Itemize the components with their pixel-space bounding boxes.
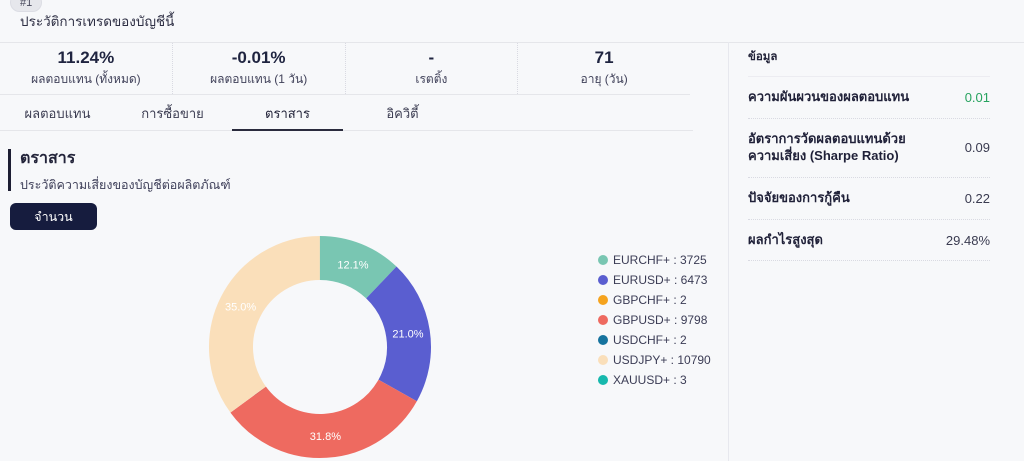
sidebar-row-value: 0.09 bbox=[965, 140, 990, 155]
tab-trading[interactable]: การซื้อขาย bbox=[115, 97, 230, 130]
sidebar-row-1: อัตราการวัดผลตอบแทนด้วยความเสี่ยง (Sharp… bbox=[748, 119, 990, 178]
legend-label: EURCHF+ : 3725 bbox=[613, 253, 707, 267]
legend-label: GBPUSD+ : 9798 bbox=[613, 313, 707, 327]
legend-label: EURUSD+ : 6473 bbox=[613, 273, 707, 287]
legend-item-USDCHF+[interactable]: USDCHF+ : 2 bbox=[598, 330, 711, 350]
tab-equity[interactable]: อิควิตี้ bbox=[345, 97, 460, 130]
stat-label: เรตติ้ง bbox=[415, 70, 447, 89]
sidebar-row-value: 29.48% bbox=[946, 233, 990, 248]
legend-label: GBPCHF+ : 2 bbox=[613, 293, 687, 307]
stat-label: อายุ (วัน) bbox=[581, 70, 628, 89]
section-subtitle: ประวัติความเสี่ยงของบัญชีต่อผลิตภัณฑ์ bbox=[20, 175, 231, 195]
sidebar-row-value: 0.01 bbox=[965, 90, 990, 105]
sidebar-row-3: ผลกำไรสูงสุด 29.48% bbox=[748, 220, 990, 262]
heading-accent-bar bbox=[8, 149, 11, 191]
stat-cell-0: 11.24% ผลตอบแทน (ทั้งหมด) bbox=[0, 43, 173, 94]
account-stats-page: #1 ประวัติการเทรดของบัญชีนี้ 11.24%ผลตอบ… bbox=[0, 0, 1024, 461]
stat-value: 71 bbox=[595, 48, 614, 68]
stat-value: 11.24% bbox=[58, 48, 115, 68]
legend-item-EURUSD+[interactable]: EURUSD+ : 6473 bbox=[598, 270, 711, 290]
sidebar-row-label: อัตราการวัดผลตอบแทนด้วยความเสี่ยง (Sharp… bbox=[748, 131, 930, 165]
sidebar-row-label: ความผันผวนของผลตอบแทน bbox=[748, 89, 909, 106]
section-title: ตราสาร bbox=[20, 146, 231, 171]
legend-label: USDJPY+ : 10790 bbox=[613, 353, 711, 367]
stats-row: 11.24% ผลตอบแทน (ทั้งหมด) -0.01% ผลตอบแทน (… bbox=[0, 43, 690, 95]
legend-dot-icon bbox=[598, 335, 608, 345]
legend-item-USDJPY+[interactable]: USDJPY+ : 10790 bbox=[598, 350, 711, 370]
stat-cell-3: 71 อายุ (วัน) bbox=[518, 43, 690, 94]
legend-dot-icon bbox=[598, 315, 608, 325]
sidebar-row-label: ผลกำไรสูงสุด bbox=[748, 232, 823, 249]
sidebar-rows: ความผันผวนของผลตอบแทน 0.01 อัตราการวัดผลตอ… bbox=[748, 77, 990, 261]
chart-legend: EURCHF+ : 3725 EURUSD+ : 6473 GBPCHF+ : 2 G… bbox=[598, 250, 711, 390]
sidebar-divider bbox=[728, 42, 729, 461]
stat-value: - bbox=[429, 48, 435, 68]
info-sidebar: ข้อมูล ความผันผวนของผลตอบแทน 0.01 อัตราการ… bbox=[748, 48, 990, 261]
legend-label: USDCHF+ : 2 bbox=[613, 333, 687, 347]
page-title: ประวัติการเทรดของบัญชีนี้ bbox=[20, 10, 174, 32]
donut-label-EURCHF+: 12.1% bbox=[337, 259, 368, 271]
donut-segment-USDJPY+ bbox=[231, 258, 320, 400]
section-heading: ตราสาร ประวัติความเสี่ยงของบัญชีต่อผลิตภ… bbox=[8, 146, 231, 195]
tab-returns[interactable]: ผลตอบแทน bbox=[0, 97, 115, 130]
stat-value: -0.01% bbox=[232, 48, 286, 68]
donut-label-GBPUSD+: 31.8% bbox=[310, 431, 341, 443]
donut-segment-GBPUSD+ bbox=[248, 390, 397, 436]
sidebar-header: ข้อมูล bbox=[748, 48, 990, 77]
instruments-donut-chart: 12.1% 21.0% 31.8% 35.0% bbox=[200, 234, 440, 460]
legend-item-XAUUSD+[interactable]: XAUUSD+ : 3 bbox=[598, 370, 711, 390]
tab-bar: ผลตอบแทนการซื้อขายตราสารอิควิตี้ bbox=[0, 97, 693, 131]
donut-label-EURUSD+: 21.0% bbox=[392, 329, 423, 341]
legend-dot-icon bbox=[598, 295, 608, 305]
stat-label: ผลตอบแทน (ทั้งหมด) bbox=[31, 70, 141, 89]
sidebar-row-2: ปัจจัยของการกู้คืน 0.22 bbox=[748, 178, 990, 220]
stat-label: ผลตอบแทน (1 วัน) bbox=[210, 70, 307, 89]
sidebar-row-0: ความผันผวนของผลตอบแทน 0.01 bbox=[748, 77, 990, 119]
donut-label-USDJPY+: 35.0% bbox=[225, 302, 256, 314]
sidebar-row-label: ปัจจัยของการกู้คืน bbox=[748, 190, 850, 207]
legend-item-GBPCHF+[interactable]: GBPCHF+ : 2 bbox=[598, 290, 711, 310]
stat-cell-2: - เรตติ้ง bbox=[346, 43, 519, 94]
legend-item-GBPUSD+[interactable]: GBPUSD+ : 9798 bbox=[598, 310, 711, 330]
stat-cell-1: -0.01% ผลตอบแทน (1 วัน) bbox=[173, 43, 346, 94]
sidebar-row-value: 0.22 bbox=[965, 191, 990, 206]
legend-item-EURCHF+[interactable]: EURCHF+ : 3725 bbox=[598, 250, 711, 270]
amount-button[interactable]: จำนวน bbox=[10, 203, 97, 230]
legend-dot-icon bbox=[598, 375, 608, 385]
legend-dot-icon bbox=[598, 255, 608, 265]
legend-dot-icon bbox=[598, 275, 608, 285]
legend-label: XAUUSD+ : 3 bbox=[613, 373, 687, 387]
legend-dot-icon bbox=[598, 355, 608, 365]
tab-instruments[interactable]: ตราสาร bbox=[230, 97, 345, 130]
